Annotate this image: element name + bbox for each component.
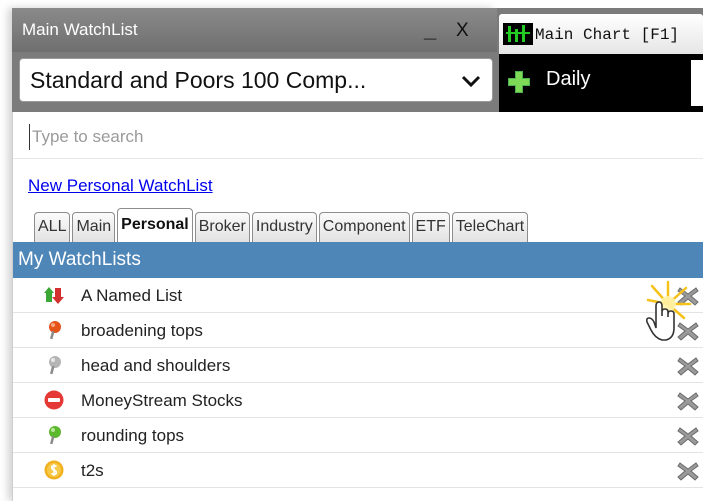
minimize-button[interactable]: _ xyxy=(424,19,444,41)
tab-industry[interactable]: Industry xyxy=(251,212,317,242)
delete-icon[interactable] xyxy=(676,320,700,342)
chart-window: Main Chart [F1] Daily xyxy=(497,8,703,112)
chart-symbol-field[interactable] xyxy=(691,60,703,106)
chart-tab-label: Main Chart [F1] xyxy=(535,26,680,44)
list-item-label: broadening tops xyxy=(81,321,203,340)
list-item-label: rounding tops xyxy=(81,426,185,445)
stop-sign-icon xyxy=(44,390,64,410)
list-item-label: t2s xyxy=(81,461,104,480)
watchlist-select-value: Standard and Poors 100 Comp... xyxy=(30,67,367,93)
tab-broker[interactable]: Broker xyxy=(194,212,250,242)
tab-all[interactable]: ALL xyxy=(34,212,71,242)
tab-main-chart[interactable]: Main Chart [F1] xyxy=(499,14,703,54)
window-title: Main WatchList xyxy=(22,20,138,39)
delete-icon[interactable] xyxy=(676,285,700,307)
list-item-label: head and shoulders xyxy=(81,356,231,375)
list-item[interactable]: t2s xyxy=(13,453,703,488)
green-pin-icon xyxy=(49,426,61,445)
chevron-down-icon xyxy=(461,75,481,88)
list-item-label: MoneyStream Stocks xyxy=(81,391,243,410)
orange-pin-icon xyxy=(49,321,61,340)
tab-personal[interactable]: Personal xyxy=(117,208,193,242)
delete-icon[interactable] xyxy=(676,390,700,412)
divider xyxy=(13,158,703,159)
tab-etf[interactable]: ETF xyxy=(411,212,450,242)
period-selector[interactable]: Daily xyxy=(546,68,590,91)
watchlist-select[interactable]: Standard and Poors 100 Comp... xyxy=(19,58,493,102)
window-titlebar[interactable]: Main WatchList _ X xyxy=(12,8,497,52)
list-header-label: My WatchLists xyxy=(18,249,141,270)
tab-telechart[interactable]: TeleChart xyxy=(451,212,529,242)
list-header: My WatchLists xyxy=(13,242,703,278)
plus-icon[interactable] xyxy=(507,70,531,94)
chart-toolbar: Daily xyxy=(499,54,703,112)
watchlist-content: New Personal WatchList ALL Main Personal… xyxy=(12,112,703,501)
watchlist-list: A Named List broadening tops head and sh… xyxy=(13,278,703,488)
list-item[interactable]: MoneyStream Stocks xyxy=(13,383,703,418)
list-item[interactable]: rounding tops xyxy=(13,418,703,453)
delete-icon[interactable] xyxy=(676,460,700,482)
delete-icon[interactable] xyxy=(676,425,700,447)
delete-icon[interactable] xyxy=(676,355,700,377)
search-input[interactable] xyxy=(29,124,689,150)
list-item[interactable]: A Named List xyxy=(13,278,703,313)
tab-component[interactable]: Component xyxy=(318,212,410,242)
list-item[interactable]: broadening tops xyxy=(13,313,703,348)
close-button[interactable]: X xyxy=(456,20,476,42)
category-tabs: ALL Main Personal Broker Industry Compon… xyxy=(34,208,530,242)
chart-icon xyxy=(503,23,533,45)
gray-pin-icon xyxy=(49,356,61,375)
list-item[interactable]: head and shoulders xyxy=(13,348,703,383)
list-item-label: A Named List xyxy=(81,286,183,305)
red-green-arrows-icon xyxy=(44,287,64,304)
dollar-coin-icon xyxy=(44,460,64,480)
new-personal-watchlist-link[interactable]: New Personal WatchList xyxy=(28,176,213,196)
tab-main[interactable]: Main xyxy=(72,212,116,242)
